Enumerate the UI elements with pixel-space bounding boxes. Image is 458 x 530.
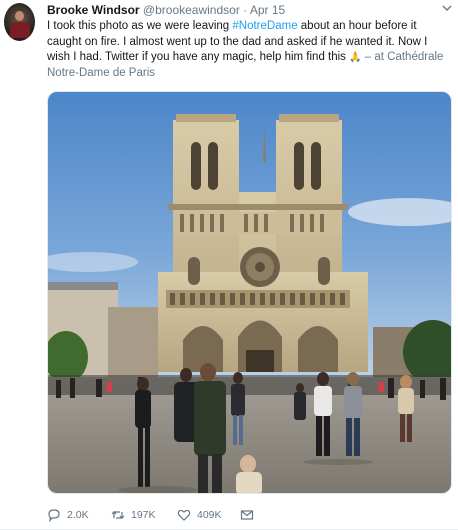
hashtag-link[interactable]: #NotreDame bbox=[232, 20, 297, 32]
chevron-down-icon[interactable] bbox=[442, 3, 452, 16]
direct-message-button[interactable] bbox=[240, 506, 254, 524]
avatar-face bbox=[15, 11, 24, 21]
pray-emoji-icon: 🙏 bbox=[349, 52, 362, 63]
reply-icon bbox=[47, 508, 61, 523]
tweet-text-part1: I took this photo as we were leaving bbox=[47, 20, 233, 32]
retweet-icon bbox=[111, 508, 125, 522]
like-button[interactable]: 409K bbox=[177, 506, 222, 524]
separator: · bbox=[243, 3, 248, 17]
tweet-text: I took this photo as we were leaving #No… bbox=[47, 19, 452, 81]
avatar-body bbox=[10, 22, 30, 38]
reply-count: 2.0K bbox=[67, 509, 89, 521]
heart-icon bbox=[177, 508, 191, 522]
like-count: 409K bbox=[197, 509, 222, 521]
avatar[interactable] bbox=[4, 3, 35, 41]
tweet-header: Brooke Windsor @brookeawindsor · Apr 15 bbox=[47, 3, 285, 17]
envelope-icon bbox=[240, 508, 254, 522]
retweet-count: 197K bbox=[131, 509, 156, 521]
display-name[interactable]: Brooke Windsor bbox=[47, 3, 140, 17]
tweet-date[interactable]: Apr 15 bbox=[250, 3, 285, 17]
retweet-button[interactable]: 197K bbox=[111, 506, 156, 524]
tweet-actions: 2.0K 197K 409K bbox=[47, 506, 287, 524]
tweet-photo[interactable] bbox=[47, 91, 452, 494]
reply-button[interactable]: 2.0K bbox=[47, 506, 89, 524]
user-handle[interactable]: @brookeawindsor bbox=[143, 3, 240, 17]
tweet[interactable]: Brooke Windsor @brookeawindsor · Apr 15 … bbox=[0, 0, 458, 530]
